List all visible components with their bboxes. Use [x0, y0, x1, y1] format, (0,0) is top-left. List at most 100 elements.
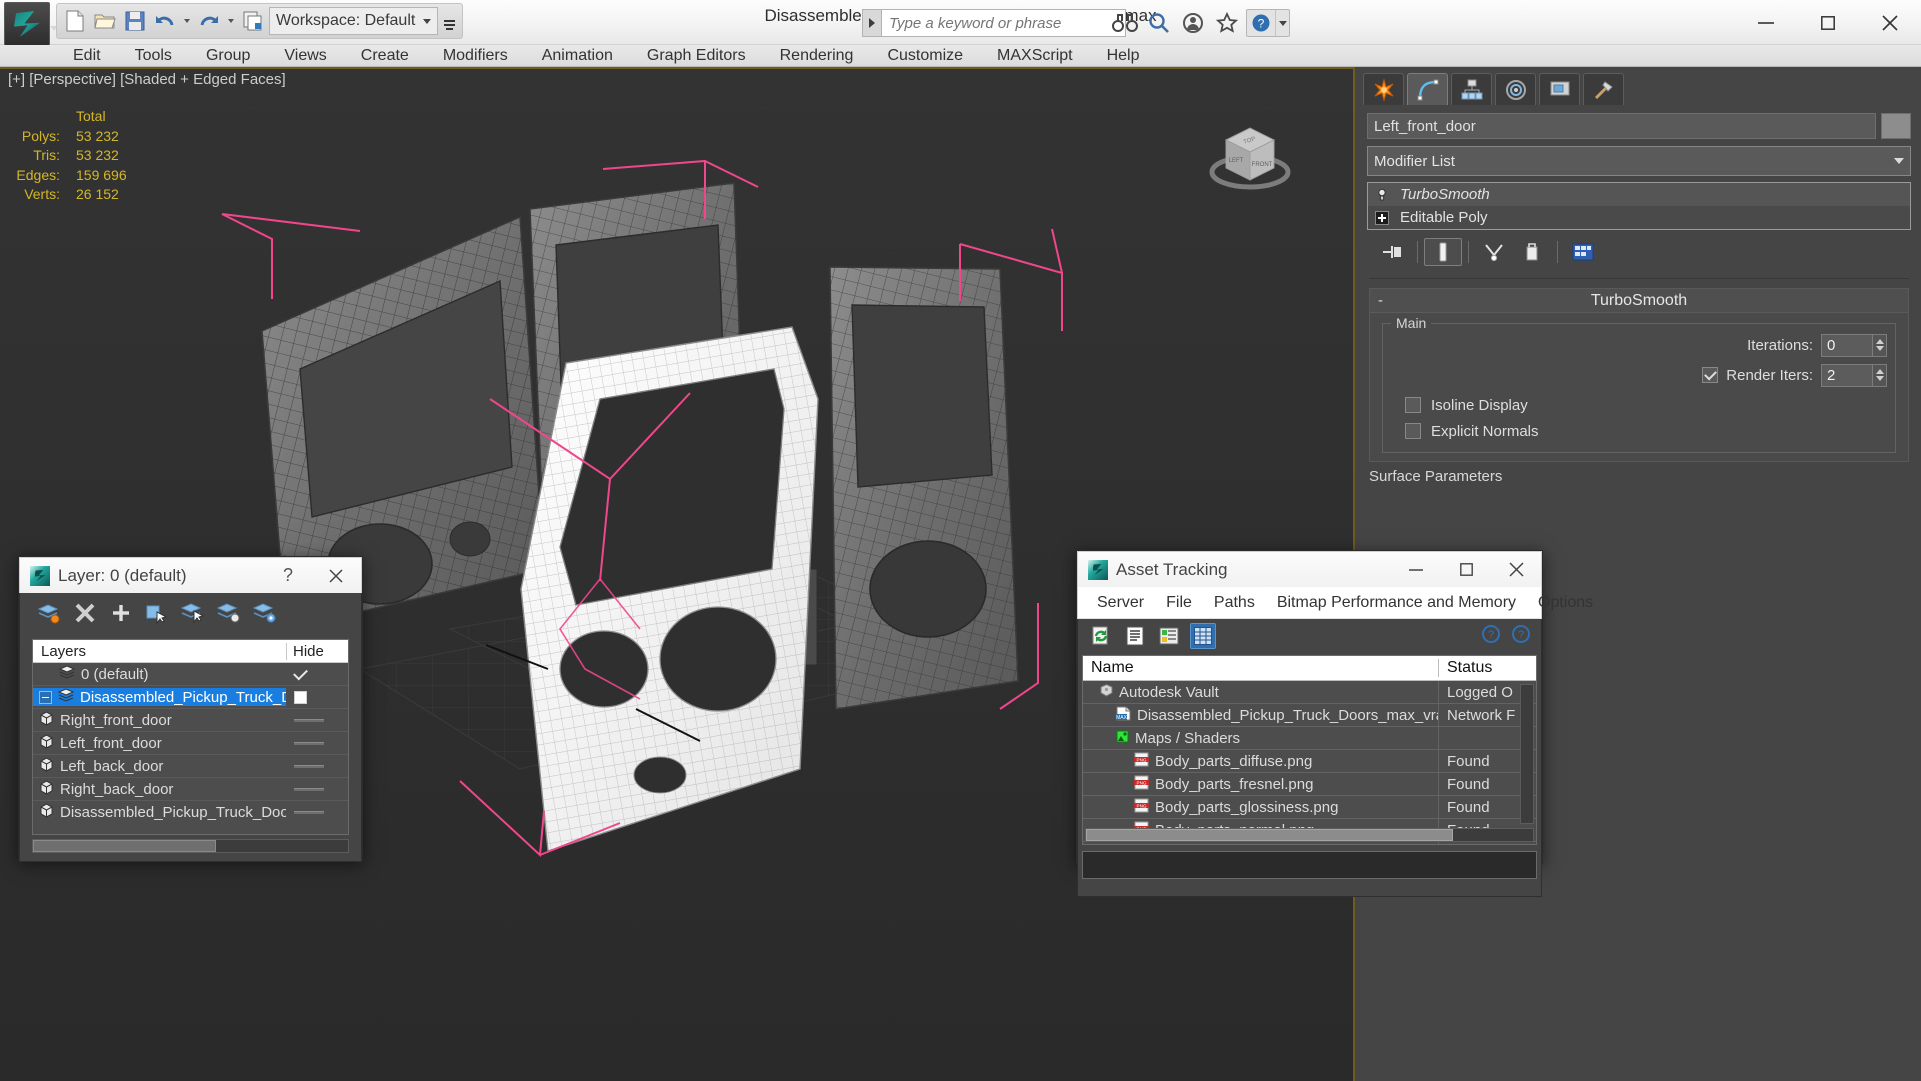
asset-close-button[interactable] [1495, 553, 1537, 587]
new-file-icon[interactable] [61, 7, 89, 35]
show-end-result-icon[interactable] [1424, 238, 1462, 266]
app-logo-icon[interactable] [4, 2, 50, 46]
undo-dropdown-icon[interactable] [181, 7, 193, 35]
table-row[interactable]: Maps / Shaders [1083, 727, 1536, 750]
minimize-button[interactable] [1735, 0, 1797, 45]
table-row[interactable]: PNG Body_parts_fresnel.png Found [1083, 773, 1536, 796]
asset-vertical-scrollbar[interactable] [1520, 684, 1534, 824]
layer-list[interactable]: Layers Hide 0 (default) Disassembled_Pic… [32, 639, 349, 835]
menu-create[interactable]: Create [344, 45, 426, 67]
hide-placeholder[interactable] [294, 741, 324, 745]
expander-icon[interactable] [39, 690, 52, 704]
explicit-normals-checkbox[interactable] [1405, 423, 1421, 439]
search-magnifier-icon[interactable] [1144, 8, 1174, 38]
redo-dropdown-icon[interactable] [225, 7, 237, 35]
configure-icon[interactable] [1564, 238, 1602, 266]
view-cube[interactable]: TOP FRONT LEFT [1202, 106, 1298, 202]
redo-icon[interactable] [195, 7, 223, 35]
menu-customize[interactable]: Customize [870, 45, 980, 67]
favorite-star-icon[interactable] [1212, 8, 1242, 38]
isoline-display-checkbox[interactable] [1405, 397, 1421, 413]
display-tab[interactable] [1539, 73, 1580, 105]
modifier-list-dropdown[interactable]: Modifier List [1367, 146, 1911, 176]
table-row[interactable]: PNG Body_parts_specular.png Found [1083, 842, 1536, 844]
open-file-icon[interactable] [91, 7, 119, 35]
render-iters-spinner[interactable]: 2 [1821, 363, 1887, 387]
menu-animation[interactable]: Animation [525, 45, 630, 67]
save-file-icon[interactable] [121, 7, 149, 35]
list-item[interactable]: Left_front_door [33, 732, 348, 755]
asset-tracking-window[interactable]: Asset Tracking Server File Paths Bitmap … [1076, 550, 1593, 897]
asset-tracking-titlebar[interactable]: Asset Tracking [1077, 551, 1542, 587]
turbosmooth-rollout-header[interactable]: - TurboSmooth [1370, 289, 1908, 313]
detail-icon[interactable] [1156, 623, 1182, 649]
undo-icon[interactable] [151, 7, 179, 35]
question-icon[interactable]: ? [1481, 624, 1501, 649]
workspace-selector[interactable]: Workspace: Default [269, 7, 439, 35]
trash-icon[interactable] [1513, 238, 1551, 266]
table-row[interactable]: MAX Disassembled_Pickup_Truck_Doors_max_… [1083, 704, 1536, 727]
info-icon[interactable]: ? [1511, 624, 1531, 649]
iterations-stepper-icon[interactable] [1873, 333, 1887, 357]
modifier-stack-item-editable-poly[interactable]: Editable Poly [1368, 206, 1910, 229]
iterations-spinner[interactable]: 0 [1821, 333, 1887, 357]
layer-help-button[interactable]: ? [269, 565, 307, 586]
search-expand-icon[interactable] [862, 9, 882, 37]
layer-settings-icon[interactable] [250, 598, 280, 628]
layer-horizontal-scrollbar[interactable] [32, 839, 349, 853]
select-objects-icon[interactable] [142, 598, 172, 628]
menu-views[interactable]: Views [267, 45, 343, 67]
close-button[interactable] [1859, 0, 1921, 45]
asset-horizontal-scrollbar[interactable] [1085, 828, 1534, 842]
project-folder-icon[interactable] [239, 7, 267, 35]
new-layer-icon[interactable] [34, 598, 64, 628]
highlight-layer-icon[interactable] [214, 598, 244, 628]
viewport-label[interactable]: [+] [Perspective] [Shaded + Edged Faces] [8, 71, 286, 88]
asset-menu-file[interactable]: File [1155, 587, 1203, 619]
pin-icon[interactable] [1373, 238, 1411, 266]
list-item[interactable]: Disassembled_Pickup_Truck_Doors [33, 686, 348, 709]
render-iters-value[interactable]: 2 [1821, 363, 1873, 387]
make-unique-icon[interactable] [1475, 238, 1513, 266]
asset-menu-bitmap-performance[interactable]: Bitmap Performance and Memory [1266, 587, 1527, 619]
table-row[interactable]: PNG Body_parts_diffuse.png Found [1083, 750, 1536, 773]
asset-minimize-button[interactable] [1395, 553, 1437, 587]
hide-placeholder[interactable] [294, 787, 324, 791]
modify-tab[interactable] [1407, 73, 1448, 105]
menu-tools[interactable]: Tools [118, 45, 189, 67]
surface-parameters-label[interactable]: Surface Parameters [1369, 468, 1909, 485]
asset-maximize-button[interactable] [1445, 553, 1487, 587]
hierarchy-tab[interactable] [1451, 73, 1492, 105]
menu-edit[interactable]: Edit [56, 45, 118, 67]
layer-window-titlebar[interactable]: Layer: 0 (default) ? [19, 557, 362, 593]
refresh-icon[interactable] [1088, 623, 1114, 649]
list-item[interactable]: 0 (default) [33, 663, 348, 686]
menu-group[interactable]: Group [189, 45, 267, 67]
layer-window[interactable]: Layer: 0 (default) ? Layers Hide 0 (defa… [18, 556, 363, 862]
list-item[interactable]: Right_back_door [33, 778, 348, 801]
list-item[interactable]: Right_front_door [33, 709, 348, 732]
autodesk-account-icon[interactable] [1178, 8, 1208, 38]
help-button[interactable]: ? [1246, 9, 1290, 37]
motion-tab[interactable] [1495, 73, 1536, 105]
table-row[interactable]: Autodesk Vault Logged O [1083, 681, 1536, 704]
binoculars-icon[interactable] [1110, 8, 1140, 38]
scrollbar-thumb[interactable] [33, 840, 216, 852]
menu-rendering[interactable]: Rendering [763, 45, 871, 67]
object-name-input[interactable]: Left_front_door [1367, 113, 1876, 139]
search-input[interactable] [882, 9, 1126, 37]
grid-icon[interactable] [1190, 623, 1216, 649]
utilities-tab[interactable] [1583, 73, 1624, 105]
menu-maxscript[interactable]: MAXScript [980, 45, 1090, 67]
table-row[interactable]: PNG Body_parts_glossiness.png Found [1083, 796, 1536, 819]
delete-x-icon[interactable] [70, 598, 100, 628]
hide-placeholder[interactable] [294, 811, 324, 814]
object-color-swatch[interactable] [1881, 113, 1911, 139]
select-layer-icon[interactable] [178, 598, 208, 628]
asset-tracking-grid[interactable]: Name Status Autodesk Vault Logged O MAX … [1082, 655, 1537, 845]
plus-icon[interactable] [106, 598, 136, 628]
scrollbar-thumb[interactable] [1086, 829, 1453, 841]
render-iters-checkbox[interactable] [1702, 367, 1719, 383]
layer-close-button[interactable] [315, 559, 357, 593]
create-tab[interactable] [1363, 73, 1404, 105]
